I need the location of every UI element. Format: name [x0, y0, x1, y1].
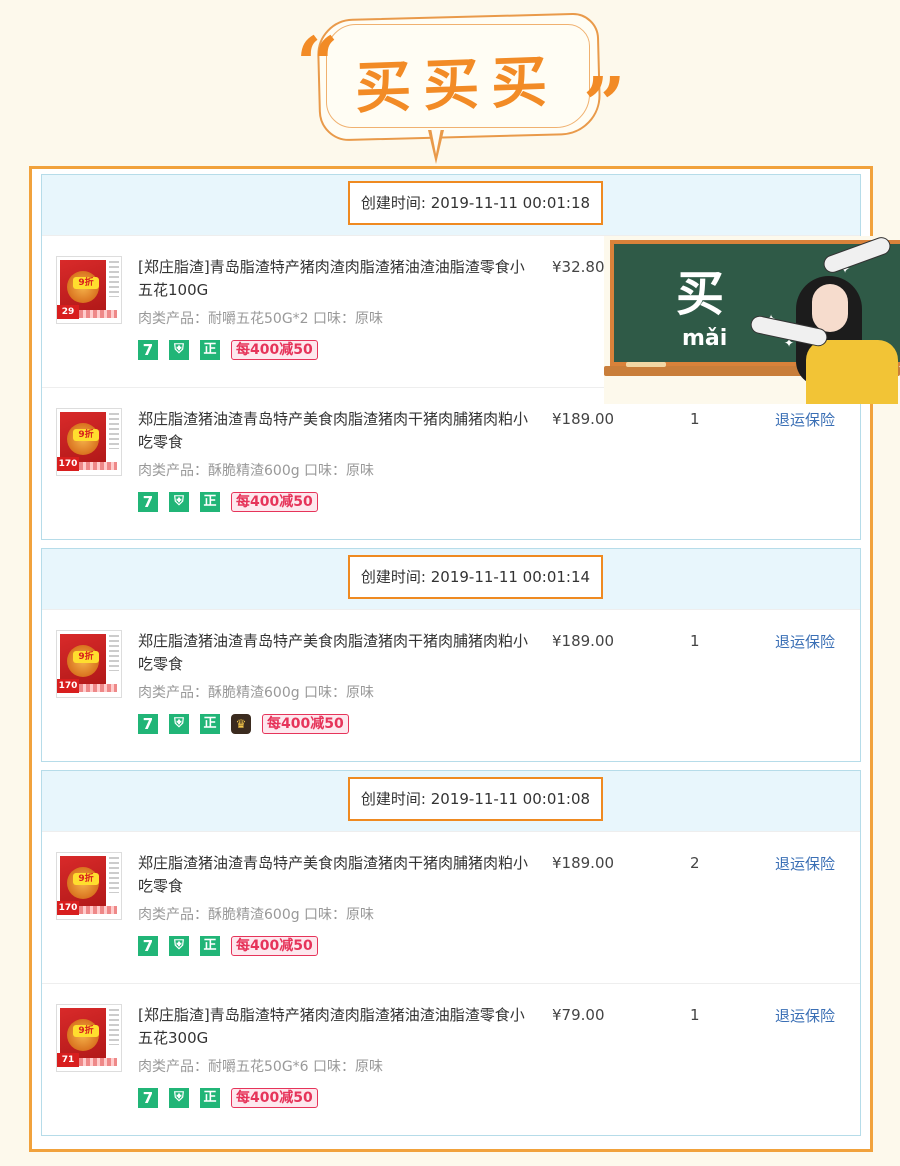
girl-body: [806, 340, 898, 404]
thumbnail-price-tag: 170: [57, 679, 79, 693]
thumbnail-text-column: [109, 261, 119, 297]
product-thumbnail[interactable]: 9折 71: [56, 1004, 122, 1072]
thumbnail-strip: [79, 462, 117, 470]
thumbnail-text-column: [109, 857, 119, 893]
item-price: ¥189.00: [552, 410, 615, 428]
promo-badge: 每400减50: [231, 1088, 318, 1108]
chalk-stick: [626, 362, 666, 367]
thumbnail-text-column: [109, 1009, 119, 1045]
product-spec: 肉类产品：酥脆精渣600g 口味：原味: [138, 463, 375, 479]
girl-face: [812, 284, 848, 332]
return-insurance-link[interactable]: 退运保险: [775, 409, 835, 430]
product-title-link[interactable]: 郑庄脂渣猪油渣青岛特产美食肉脂渣猪肉干猪肉脯猪肉粕小吃零食: [138, 852, 528, 898]
seven-day-return-icon: 7: [138, 1088, 158, 1108]
service-badges: 7 ⛨ 正 ♛ 每400减50: [138, 713, 349, 735]
service-badges: 7 ⛨ 正每400减50: [138, 491, 318, 513]
shield-icon: ⛨: [169, 340, 189, 360]
product-thumbnail[interactable]: 9折 170: [56, 408, 122, 476]
service-badges: 7 ⛨ 正每400减50: [138, 339, 318, 361]
thumbnail-strip: [79, 684, 117, 692]
promo-badge: 每400减50: [231, 492, 318, 512]
close-quote-mark: ”: [583, 62, 626, 148]
shield-icon: ⛨: [169, 492, 189, 512]
product-spec: 肉类产品：耐嚼五花50G*6 口味：原味: [138, 1059, 384, 1075]
order-item-row: 9折 170 郑庄脂渣猪油渣青岛特产美食肉脂渣猪肉干猪肉脯猪肉粕小吃零食肉类产品：酥…: [42, 387, 860, 539]
product-title-link[interactable]: 郑庄脂渣猪油渣青岛特产美食肉脂渣猪肉干猪肉脯猪肉粕小吃零食: [138, 408, 528, 454]
chalkboard-illustration: 买 mǎi ✦ ✦ ✦: [604, 234, 900, 404]
genuine-icon: 正: [200, 714, 220, 734]
return-insurance-link[interactable]: 退运保险: [775, 853, 835, 874]
shield-icon: ⛨: [169, 1088, 189, 1108]
order-group: 创建时间: 2019-11-11 00:01:14 9折 170 郑庄脂渣猪油渣青岛特…: [41, 548, 861, 762]
item-price: ¥189.00: [552, 632, 615, 650]
thumbnail-price-tag: 29: [57, 305, 79, 319]
thumbnail-strip: [79, 906, 117, 914]
service-badges: 7 ⛨ 正每400减50: [138, 1087, 318, 1109]
seven-day-return-icon: 7: [138, 936, 158, 956]
order-item-row: 9折 170 郑庄脂渣猪油渣青岛特产美食肉脂渣猪肉干猪肉脯猪肉粕小吃零食肉类产品：酥…: [42, 609, 860, 761]
shield-icon: ⛨: [169, 714, 189, 734]
product-spec: 肉类产品：酥脆精渣600g 口味：原味: [138, 685, 375, 701]
service-badges: 7 ⛨ 正每400减50: [138, 935, 318, 957]
product-title-link[interactable]: [郑庄脂渣]青岛脂渣特产猪肉渣肉脂渣猪油渣油脂渣零食小五花300G: [138, 1004, 528, 1050]
promo-badge: 每400减50: [231, 936, 318, 956]
seven-day-return-icon: 7: [138, 340, 158, 360]
order-group-header: 创建时间: 2019-11-11 00:01:18: [42, 175, 860, 235]
thumbnail-discount-tag: 9折: [73, 277, 99, 289]
thumbnail-discount-tag: 9折: [73, 873, 99, 885]
thumbnail-strip: [79, 1058, 117, 1066]
item-price: ¥189.00: [552, 854, 615, 872]
product-spec: 肉类产品：耐嚼五花50G*2 口味：原味: [138, 311, 384, 327]
thumbnail-text-column: [109, 635, 119, 671]
genuine-icon: 正: [200, 936, 220, 956]
item-quantity: 1: [690, 1006, 700, 1024]
shield-icon: ⛨: [169, 936, 189, 956]
thumbnail-text-column: [109, 413, 119, 449]
genuine-icon: 正: [200, 492, 220, 512]
return-insurance-link[interactable]: 退运保险: [775, 1005, 835, 1026]
thumbnail-price-tag: 170: [57, 901, 79, 915]
thumbnail-strip: [79, 310, 117, 318]
product-thumbnail[interactable]: 9折 170: [56, 630, 122, 698]
thumbnail-price-tag: 71: [57, 1053, 79, 1067]
item-quantity: 1: [690, 632, 700, 650]
seven-day-return-icon: 7: [138, 714, 158, 734]
product-thumbnail[interactable]: 9折 29: [56, 256, 122, 324]
order-item-row: 9折 170 郑庄脂渣猪油渣青岛特产美食肉脂渣猪肉干猪肉脯猪肉粕小吃零食肉类产品：酥…: [42, 831, 860, 983]
order-group-header: 创建时间: 2019-11-11 00:01:08: [42, 771, 860, 831]
thumbnail-price-tag: 170: [57, 457, 79, 471]
product-title-link[interactable]: [郑庄脂渣]青岛脂渣特产猪肉渣肉脂渣猪油渣油脂渣零食小五花100G: [138, 256, 528, 302]
promo-badge: 每400减50: [231, 340, 318, 360]
product-spec: 肉类产品：酥脆精渣600g 口味：原味: [138, 907, 375, 923]
genuine-icon: 正: [200, 340, 220, 360]
promo-badge: 每400减50: [262, 714, 349, 734]
return-insurance-link[interactable]: 退运保险: [775, 631, 835, 652]
crown-icon: ♛: [231, 714, 251, 734]
order-group-header: 创建时间: 2019-11-11 00:01:14: [42, 549, 860, 609]
item-price: ¥79.00: [552, 1006, 605, 1024]
speech-bubble-tail-fill: [431, 128, 441, 154]
seven-day-return-icon: 7: [138, 492, 158, 512]
created-time: 创建时间: 2019-11-11 00:01:18: [348, 181, 603, 225]
thumbnail-discount-tag: 9折: [73, 651, 99, 663]
created-time: 创建时间: 2019-11-11 00:01:14: [348, 555, 603, 599]
item-quantity: 2: [690, 854, 700, 872]
thumbnail-discount-tag: 9折: [73, 1025, 99, 1037]
banner-title: 买买买: [354, 48, 561, 122]
chalkboard-pinyin: mǎi: [682, 326, 728, 351]
product-thumbnail[interactable]: 9折 170: [56, 852, 122, 920]
product-title-link[interactable]: 郑庄脂渣猪油渣青岛特产美食肉脂渣猪肉干猪肉脯猪肉粕小吃零食: [138, 630, 528, 676]
genuine-icon: 正: [200, 1088, 220, 1108]
created-time: 创建时间: 2019-11-11 00:01:08: [348, 777, 603, 821]
chalkboard-character: 买: [676, 266, 725, 322]
thumbnail-discount-tag: 9折: [73, 429, 99, 441]
order-item-row: 9折 71 [郑庄脂渣]青岛脂渣特产猪肉渣肉脂渣猪油渣油脂渣零食小五花300G 肉类产…: [42, 983, 860, 1135]
order-group: 创建时间: 2019-11-11 00:01:08 9折 170 郑庄脂渣猪油渣青岛特…: [41, 770, 861, 1136]
item-quantity: 1: [690, 410, 700, 428]
